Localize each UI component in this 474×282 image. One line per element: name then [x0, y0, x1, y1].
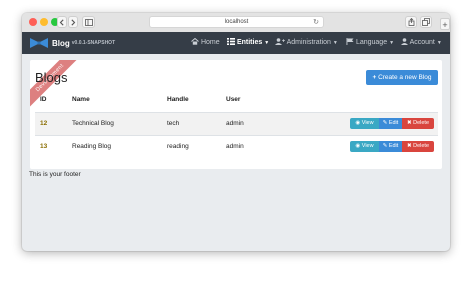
view-label: View: [361, 143, 374, 149]
sidebar-icon: [84, 19, 93, 26]
browser-window: localhost ↻ + Blog v0.0.1-SNAPSHOT Home: [22, 13, 450, 251]
sidebar-button[interactable]: [82, 16, 95, 28]
view-label: View: [361, 120, 374, 126]
row-handle: reading: [167, 143, 189, 150]
bowtie-logo-icon: [30, 38, 48, 48]
nav-language[interactable]: Language ▼: [346, 32, 394, 54]
nav-entities[interactable]: Entities ▼: [227, 32, 269, 54]
row-user: admin: [226, 143, 244, 150]
table-row: 13 Reading Blog reading admin ◉ View ✎ E…: [35, 135, 438, 158]
column-header-handle[interactable]: Handle: [167, 96, 189, 103]
tabs-button[interactable]: [420, 16, 432, 28]
chevron-down-icon: ▼: [436, 40, 442, 46]
browser-titlebar: localhost ↻ +: [22, 13, 450, 33]
home-icon: [191, 37, 199, 45]
delete-label: Delete: [413, 143, 430, 149]
row-handle: tech: [167, 120, 180, 127]
app-navbar: Blog v0.0.1-SNAPSHOT Home Entities ▼ Admi…: [22, 32, 450, 54]
view-button[interactable]: ◉ View: [350, 141, 379, 152]
tabs-icon: [422, 18, 430, 26]
main-content-card: Development Blogs + Create a new Blog ID…: [30, 60, 442, 169]
edit-button[interactable]: ✎ Edit: [379, 141, 402, 152]
delete-button[interactable]: ✖ Delete: [402, 118, 434, 129]
pencil-icon: ✎: [382, 120, 388, 126]
forward-button[interactable]: [68, 16, 78, 28]
nav-account[interactable]: Account ▼: [401, 32, 442, 54]
nav-administration[interactable]: Administration ▼: [275, 32, 338, 54]
page-title: Blogs: [35, 70, 68, 85]
address-bar[interactable]: localhost ↻: [149, 16, 324, 28]
edit-label: Edit: [388, 120, 399, 126]
reload-icon[interactable]: ↻: [313, 17, 319, 28]
times-icon: ✖: [406, 143, 412, 149]
view-button[interactable]: ◉ View: [350, 118, 379, 129]
new-tab-button[interactable]: +: [440, 18, 450, 30]
edit-label: Edit: [388, 143, 399, 149]
list-icon: [227, 38, 235, 45]
close-window-button[interactable]: [29, 18, 37, 26]
column-header-user[interactable]: User: [226, 96, 240, 103]
eye-icon: ◉: [355, 120, 361, 126]
nav-home[interactable]: Home: [191, 32, 220, 54]
pencil-icon: ✎: [382, 143, 388, 149]
create-blog-button[interactable]: + Create a new Blog: [366, 70, 438, 85]
nav-account-label: Account: [409, 39, 435, 46]
brand-version: v0.0.1-SNAPSHOT: [71, 40, 116, 46]
minimize-window-button[interactable]: [40, 18, 48, 26]
eye-icon: ◉: [355, 143, 361, 149]
back-button[interactable]: [57, 16, 67, 28]
row-id-link[interactable]: 13: [40, 143, 47, 150]
chevron-down-icon: ▼: [264, 40, 270, 46]
address-text: localhost: [224, 19, 249, 25]
delete-label: Delete: [413, 120, 430, 126]
plus-icon: +: [372, 74, 377, 81]
nav-entities-label: Entities: [236, 39, 263, 46]
chevron-down-icon: ▼: [332, 40, 338, 46]
chevron-right-icon: [71, 19, 76, 26]
edit-button[interactable]: ✎ Edit: [379, 118, 402, 129]
create-blog-label: Create a new Blog: [378, 74, 432, 81]
row-name: Reading Blog: [72, 143, 112, 150]
flag-icon: [346, 38, 354, 45]
chevron-down-icon: ▼: [389, 40, 395, 46]
user-icon: [401, 38, 408, 45]
table-row: 12 Technical Blog tech admin ◉ View ✎ Ed…: [35, 112, 438, 135]
page-footer: This is your footer: [29, 171, 81, 178]
brand-link[interactable]: Blog v0.0.1-SNAPSHOT: [30, 32, 115, 54]
column-header-id[interactable]: ID: [40, 96, 47, 103]
brand-name: Blog: [52, 38, 70, 48]
row-name: Technical Blog: [72, 120, 114, 127]
row-user: admin: [226, 120, 244, 127]
column-header-name[interactable]: Name: [72, 96, 90, 103]
chevron-left-icon: [59, 19, 64, 26]
row-id-link[interactable]: 12: [40, 120, 47, 127]
share-button[interactable]: [405, 16, 417, 28]
nav-home-label: Home: [200, 39, 220, 46]
times-icon: ✖: [406, 120, 412, 126]
user-plus-icon: [275, 38, 285, 45]
nav-language-label: Language: [355, 39, 388, 46]
share-icon: [408, 17, 414, 26]
nav-administration-label: Administration: [286, 39, 331, 46]
delete-button[interactable]: ✖ Delete: [402, 141, 434, 152]
